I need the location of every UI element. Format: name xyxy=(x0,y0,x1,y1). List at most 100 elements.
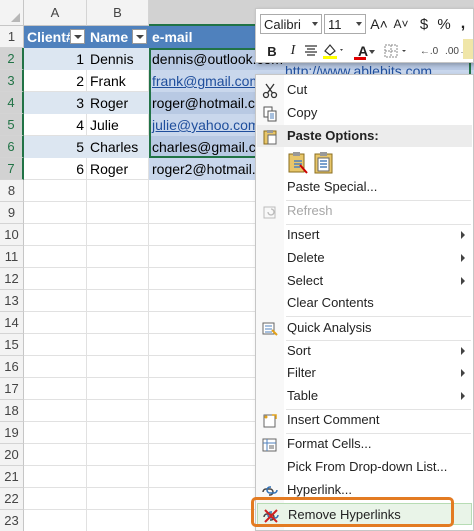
mini-toolbar: Calibri 11 A˄ A˅ $ % , B I A ←.0 .00→ xyxy=(255,8,474,63)
clipboard-icon xyxy=(261,128,279,145)
italic-button[interactable]: I xyxy=(283,41,303,61)
font-size-box[interactable]: 11 xyxy=(324,14,366,34)
name-cell[interactable]: Roger xyxy=(87,158,149,180)
submenu-arrow-icon xyxy=(461,347,465,355)
filter-dropdown-icon[interactable] xyxy=(70,29,85,44)
menu-label: Filter xyxy=(287,365,316,380)
client-number-cell[interactable]: 3 xyxy=(24,92,87,114)
font-color-icon[interactable]: A xyxy=(349,41,377,61)
row-header[interactable]: 10 xyxy=(0,224,24,246)
row-header[interactable]: 18 xyxy=(0,400,24,422)
row-header[interactable]: 4 xyxy=(0,92,24,114)
excel-window: A B D 1234567891011121314151617181920212… xyxy=(0,0,474,531)
font-name-value: Calibri xyxy=(264,16,301,32)
menu-item-format-cells[interactable]: Format Cells... xyxy=(257,433,472,455)
name-cell[interactable]: Roger xyxy=(87,92,149,114)
comma-style-icon[interactable]: , xyxy=(452,14,474,34)
menu-item-filter[interactable]: Filter xyxy=(257,362,472,384)
refresh-icon xyxy=(261,203,279,220)
shrink-font-icon[interactable]: A˅ xyxy=(390,14,412,34)
menu-item-copy[interactable]: Copy xyxy=(257,102,472,124)
menu-item-quick-analysis[interactable]: Quick Analysis xyxy=(257,317,472,339)
table-header-cell[interactable]: Client# xyxy=(24,26,87,48)
row-header[interactable]: 8 xyxy=(0,180,24,202)
grow-font-icon[interactable]: A˄ xyxy=(368,14,390,34)
row-header[interactable]: 9 xyxy=(0,202,24,224)
header-label: e-mail xyxy=(152,29,193,45)
menu-item-select[interactable]: Select xyxy=(257,270,472,292)
row-header[interactable]: 6 xyxy=(0,136,24,158)
name-cell[interactable]: Charles xyxy=(87,136,149,158)
increase-decimal-icon[interactable]: ←.0 xyxy=(415,41,443,61)
client-number-cell[interactable]: 1 xyxy=(24,48,87,70)
menu-label: Hyperlink... xyxy=(287,482,353,497)
menu-item-clear-contents[interactable]: Clear Contents xyxy=(257,292,472,314)
context-menu: Cut Copy Paste Options: Paste Special...… xyxy=(255,74,474,531)
row-header[interactable]: 15 xyxy=(0,334,24,356)
submenu-arrow-icon xyxy=(461,277,465,285)
submenu-arrow-icon xyxy=(461,392,465,400)
chevron-down-icon xyxy=(312,22,318,26)
menu-label: Table xyxy=(287,388,319,403)
row-header[interactable]: 1 xyxy=(0,26,24,48)
paste-values-icon[interactable] xyxy=(312,151,336,175)
menu-item-remove-hyperlinks[interactable]: Remove Hyperlinks xyxy=(257,503,472,525)
comment-icon xyxy=(261,412,279,429)
row-header[interactable]: 12 xyxy=(0,268,24,290)
name-cell[interactable]: Dennis xyxy=(87,48,149,70)
menu-item-delete[interactable]: Delete xyxy=(257,247,472,269)
name-cell[interactable]: Julie xyxy=(87,114,149,136)
row-header[interactable]: 2 xyxy=(0,48,24,70)
menu-item-cut[interactable]: Cut xyxy=(257,79,472,101)
quick-analysis-icon xyxy=(261,320,279,337)
menu-label: Format Cells... xyxy=(287,436,372,451)
name-cell[interactable]: Frank xyxy=(87,70,149,92)
menu-item-hyperlink[interactable]: Hyperlink... xyxy=(257,479,472,501)
row-header[interactable]: 22 xyxy=(0,488,24,510)
table-header-cell[interactable]: Name xyxy=(87,26,149,48)
row-header[interactable]: 14 xyxy=(0,312,24,334)
menu-label: Refresh xyxy=(287,203,333,218)
bold-button[interactable]: B xyxy=(262,41,282,61)
borders-icon[interactable] xyxy=(382,41,410,61)
font-size-value: 11 xyxy=(328,16,342,32)
menu-section-paste-options: Paste Options: xyxy=(257,125,472,147)
row-header[interactable]: 23 xyxy=(0,510,24,531)
filter-dropdown-icon[interactable] xyxy=(132,29,147,44)
row-header[interactable]: 5 xyxy=(0,114,24,136)
row-header[interactable]: 3 xyxy=(0,70,24,92)
client-number-cell[interactable]: 2 xyxy=(24,70,87,92)
menu-item-paste-special[interactable]: Paste Special... xyxy=(257,176,472,198)
column-header-b[interactable]: B xyxy=(87,0,149,26)
row-header[interactable]: 21 xyxy=(0,466,24,488)
menu-item-sort[interactable]: Sort xyxy=(257,340,472,362)
row-header[interactable]: 19 xyxy=(0,422,24,444)
menu-item-insert[interactable]: Insert xyxy=(257,224,472,246)
menu-label: Select xyxy=(287,273,324,288)
menu-item-insert-comment[interactable]: Insert Comment xyxy=(257,409,472,431)
header-label: Name xyxy=(90,29,129,45)
menu-label: Pick From Drop-down List... xyxy=(287,459,448,474)
client-number-cell[interactable]: 4 xyxy=(24,114,87,136)
select-all-corner[interactable] xyxy=(0,0,24,26)
submenu-arrow-icon xyxy=(461,231,465,239)
menu-item-pick-from-list[interactable]: Pick From Drop-down List... xyxy=(257,456,472,478)
client-number-cell[interactable]: 6 xyxy=(24,158,87,180)
row-header[interactable]: 17 xyxy=(0,378,24,400)
align-center-icon[interactable] xyxy=(304,41,318,61)
fill-color-icon[interactable] xyxy=(321,41,347,61)
currency-icon[interactable]: $ xyxy=(413,14,435,34)
row-header[interactable]: 20 xyxy=(0,444,24,466)
menu-label: Clear Contents xyxy=(287,295,374,310)
row-header[interactable]: 16 xyxy=(0,356,24,378)
row-header[interactable]: 13 xyxy=(0,290,24,312)
column-header-a[interactable]: A xyxy=(24,0,87,26)
format-painter-icon[interactable] xyxy=(463,39,473,59)
font-name-box[interactable]: Calibri xyxy=(260,14,322,34)
menu-label: Cut xyxy=(287,82,308,97)
menu-item-table[interactable]: Table xyxy=(257,385,472,407)
row-header[interactable]: 11 xyxy=(0,246,24,268)
client-number-cell[interactable]: 5 xyxy=(24,136,87,158)
paste-formatting-icon[interactable] xyxy=(286,151,310,175)
row-header[interactable]: 7 xyxy=(0,158,24,180)
